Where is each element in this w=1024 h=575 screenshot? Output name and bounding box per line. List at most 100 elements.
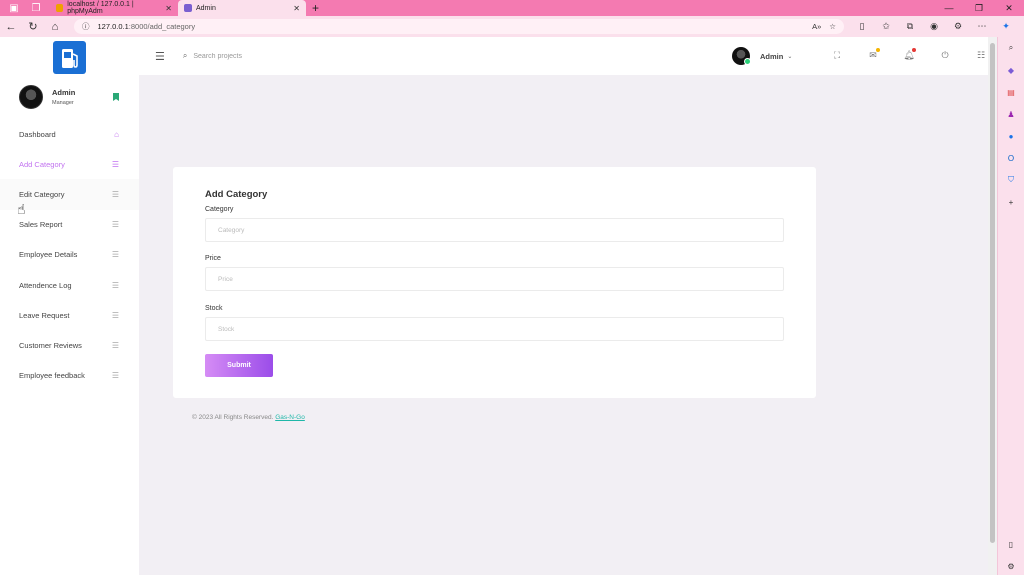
fullscreen-icon[interactable]: ⛶ (819, 50, 855, 61)
close-tab-icon[interactable]: ✕ (293, 4, 300, 13)
workspaces-icon[interactable]: ▣ (6, 0, 22, 16)
list-icon: ☰ (111, 371, 119, 381)
back-icon[interactable]: ← (0, 21, 22, 33)
tab-actions-icon[interactable]: ❐ (28, 0, 44, 16)
restore-icon[interactable]: ❐ (964, 0, 994, 16)
url-path: :8000/add_category (128, 22, 196, 31)
home-browser-icon[interactable]: ⌂ (44, 21, 66, 33)
browser-address-bar: ← ↻ ⌂ ⓘ 127.0.0.1:8000/add_category A» ☆… (0, 16, 1024, 37)
url-host: 127.0.0.1 (97, 22, 129, 31)
app-topbar: ☰ ⌕ Admin ⌄ ⛶ ✉ 🔔︎ ⏻ ☷ (139, 37, 988, 75)
app-sidebar: Admin Manager Dashboard ⌂ Add Category ☰… (0, 37, 139, 575)
user-menu[interactable]: Admin ⌄ (732, 47, 792, 65)
phpmyadmin-favicon-icon (56, 4, 64, 12)
window-controls: — ❐ ✕ (934, 0, 1024, 16)
browser-tab-admin[interactable]: Admin ✕ (178, 0, 306, 16)
browser-side-panel: ⌕ ◆ ▤ ♟ ● O ⛉ + ▯ ⚙ (997, 37, 1024, 575)
search-icon: ⌕ (182, 51, 188, 60)
sidebar-menu: Dashboard ⌂ Add Category ☰ Edit Category… (0, 119, 139, 391)
list-icon: ☰ (111, 310, 119, 320)
browser-tab-phpmyadmin[interactable]: localhost / 127.0.0.1 | phpMyAdm ✕ (50, 0, 178, 16)
home-icon: ⌂ (114, 129, 119, 139)
sidebar-item-label: Dashboard (19, 129, 56, 139)
footer: © 2023 All Rights Reserved. Gas-N-Go (192, 414, 305, 421)
extension-icon[interactable]: ◉ (922, 21, 946, 32)
add-side-icon[interactable]: + (1004, 195, 1018, 209)
avatar (19, 85, 43, 109)
settings-side-icon[interactable]: ⚙ (1004, 559, 1018, 573)
outlook-icon[interactable]: O (1004, 151, 1018, 165)
category-label: Category (205, 206, 234, 213)
sidebar-item-attendence-log[interactable]: Attendence Log ☰ (0, 270, 139, 300)
bookmark-icon[interactable] (113, 93, 119, 101)
collections-icon[interactable]: ⧉ (898, 21, 922, 32)
mouse-pointer-icon: ☝ (17, 201, 26, 217)
settings-list-icon[interactable]: ☷ (963, 50, 999, 61)
price-field[interactable] (205, 267, 784, 291)
list-icon: ☰ (111, 250, 119, 260)
minimize-icon[interactable]: — (934, 0, 964, 16)
add-category-card: Add Category Category Price Stock Submit (173, 167, 816, 398)
submit-button[interactable]: Submit (205, 354, 273, 377)
site-info-icon[interactable]: ⓘ (82, 21, 90, 32)
new-tab-button[interactable]: + (312, 1, 319, 15)
sidebar-item-add-category[interactable]: Add Category ☰ (0, 149, 139, 179)
gas-pump-logo-icon[interactable] (53, 41, 86, 74)
chevron-down-icon: ⌄ (787, 53, 793, 60)
sidebar-item-label: Employee Details (19, 250, 78, 260)
page-scrollbar[interactable] (988, 37, 997, 575)
list-icon: ☰ (111, 220, 119, 230)
tools-icon[interactable]: ▤ (1004, 85, 1018, 99)
copilot-icon[interactable]: ✦ (994, 21, 1018, 32)
sidebar-item-label: Sales Report (19, 220, 63, 230)
favorites-icon[interactable]: ✩ (874, 21, 898, 32)
sidebar-item-label: Customer Reviews (19, 340, 82, 350)
admin-favicon-icon (184, 4, 192, 12)
category-field[interactable] (205, 218, 784, 242)
tag-icon[interactable]: ◆ (1004, 63, 1018, 77)
refresh-icon[interactable]: ↻ (22, 20, 44, 33)
sidebar-item-employee-details[interactable]: Employee Details ☰ (0, 240, 139, 270)
list-icon: ☰ (111, 280, 119, 290)
extensions-icon[interactable]: ⚙ (946, 21, 970, 32)
search-input[interactable] (193, 52, 394, 60)
footer-text: © 2023 All Rights Reserved. (192, 414, 274, 421)
sidebar-profile[interactable]: Admin Manager (19, 85, 129, 109)
footer-link[interactable]: Gas-N-Go (275, 414, 305, 421)
search-side-icon[interactable]: ⌕ (1004, 41, 1018, 55)
tab-title: Admin (196, 4, 216, 12)
user-name: Admin (760, 51, 784, 61)
split-screen-icon[interactable]: ▯ (850, 21, 874, 32)
list-icon: ☰ (111, 189, 119, 199)
sidebar-item-label: Attendence Log (19, 280, 72, 290)
sidebar-item-label: Leave Request (19, 310, 70, 320)
shopping-icon[interactable]: ⛉ (1004, 173, 1018, 187)
stock-field[interactable] (205, 317, 784, 341)
url-field[interactable]: ⓘ 127.0.0.1:8000/add_category A» ☆ (74, 19, 844, 34)
mail-icon[interactable]: ✉ (855, 48, 891, 61)
read-aloud-icon[interactable]: A» (812, 22, 821, 31)
bell-icon[interactable]: 🔔︎ (891, 48, 927, 61)
stock-label: Stock (205, 305, 223, 312)
power-icon[interactable]: ⏻ (927, 50, 963, 61)
sidebar-item-dashboard[interactable]: Dashboard ⌂ (0, 119, 139, 149)
hamburger-menu-icon[interactable]: ☰ (155, 50, 165, 63)
sidebar-item-employee-feedback[interactable]: Employee feedback ☰ (0, 361, 139, 391)
globe-icon[interactable]: ● (1004, 129, 1018, 143)
avatar (732, 47, 751, 65)
profile-name: Admin (52, 88, 76, 97)
close-window-icon[interactable]: ✕ (994, 0, 1024, 16)
scrollbar-thumb[interactable] (990, 43, 995, 543)
list-icon: ☰ (111, 159, 119, 169)
sidebar-toggle-icon[interactable]: ▯ (1004, 537, 1018, 551)
more-icon[interactable]: ⋯ (970, 21, 994, 32)
sidebar-item-label: Edit Category (19, 189, 65, 199)
price-label: Price (205, 255, 221, 262)
favorite-star-icon[interactable]: ☆ (829, 22, 836, 31)
sidebar-item-label: Employee feedback (19, 371, 85, 381)
sidebar-item-customer-reviews[interactable]: Customer Reviews ☰ (0, 330, 139, 360)
sidebar-item-leave-request[interactable]: Leave Request ☰ (0, 300, 139, 330)
games-icon[interactable]: ♟ (1004, 107, 1018, 121)
tab-title: localhost / 127.0.0.1 | phpMyAdm (67, 1, 134, 15)
close-tab-icon[interactable]: ✕ (165, 4, 172, 13)
